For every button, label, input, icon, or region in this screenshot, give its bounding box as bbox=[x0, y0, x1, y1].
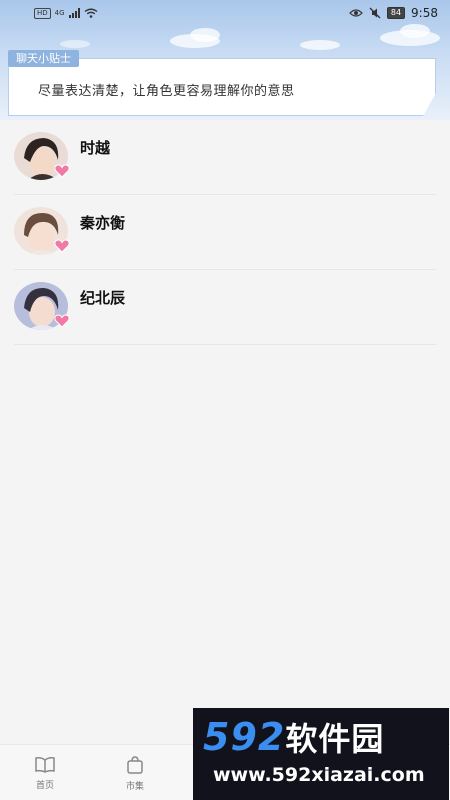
heart-icon bbox=[54, 239, 70, 253]
status-time: 9:58 bbox=[411, 6, 438, 20]
chat-tips-text: 尽量表达清楚，让角色更容易理解你的意思 bbox=[38, 84, 295, 99]
watermark-logo-text: 软件园 bbox=[285, 720, 385, 758]
nav-label: 市集 bbox=[125, 781, 144, 792]
heart-icon bbox=[54, 314, 70, 328]
contact-item[interactable]: 纪北辰 bbox=[14, 270, 436, 345]
contact-list: 时越 秦亦衡 纪北辰 bbox=[0, 120, 450, 345]
signal-label: 4G bbox=[54, 9, 65, 17]
watermark-logo: 592软件园 bbox=[203, 714, 384, 760]
battery-icon: 84 bbox=[386, 7, 406, 19]
status-left: HD 4G bbox=[34, 7, 98, 19]
network-badge: HD bbox=[34, 7, 51, 19]
status-right: 84 9:58 bbox=[349, 6, 438, 20]
heart-icon bbox=[54, 164, 70, 178]
contact-name: 纪北辰 bbox=[80, 289, 126, 307]
bag-icon bbox=[127, 755, 143, 774]
eye-icon bbox=[349, 9, 363, 17]
contact-name: 秦亦衡 bbox=[80, 214, 126, 232]
nav-label: 首页 bbox=[35, 780, 54, 791]
signal-icon bbox=[68, 8, 80, 18]
wifi-icon bbox=[84, 8, 97, 18]
contact-item[interactable]: 秦亦衡 bbox=[14, 195, 436, 270]
mute-icon bbox=[369, 7, 381, 19]
watermark-url: www.592xiazai.com bbox=[213, 764, 425, 786]
contact-item[interactable]: 时越 bbox=[14, 120, 436, 195]
nav-item-home[interactable]: 首页 bbox=[0, 745, 90, 800]
watermark-logo-number: 592 bbox=[203, 715, 286, 759]
status-bar: HD 4G 84 9:58 bbox=[0, 0, 450, 26]
contact-name: 时越 bbox=[80, 139, 111, 157]
nav-item-market[interactable]: 市集 bbox=[90, 745, 180, 800]
site-watermark: 592软件园 www.592xiazai.com bbox=[193, 708, 449, 800]
chat-tips-tag: 聊天小贴士 bbox=[8, 50, 79, 67]
book-icon bbox=[35, 756, 55, 773]
